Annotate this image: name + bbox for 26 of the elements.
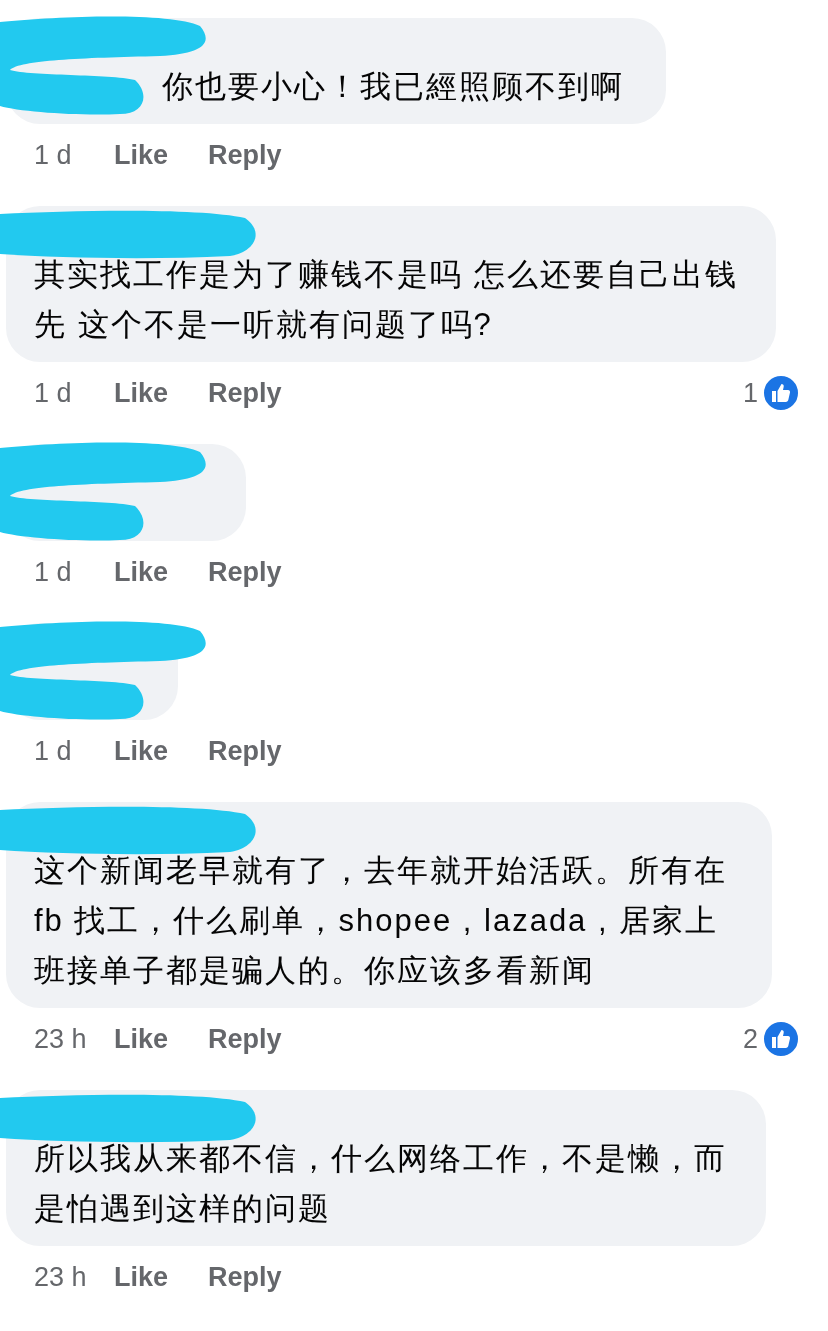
- reply-button[interactable]: Reply: [208, 1256, 282, 1298]
- reply-button[interactable]: Reply: [208, 730, 282, 772]
- like-button[interactable]: Like: [114, 134, 169, 176]
- like-button[interactable]: Like: [114, 1256, 169, 1298]
- reaction-count: 2: [742, 1022, 758, 1056]
- comment-time: 23 h: [34, 1022, 88, 1056]
- reply-button[interactable]: Reply: [208, 372, 282, 414]
- thumbs-up-icon: [762, 1020, 800, 1058]
- like-button[interactable]: Like: [114, 1018, 169, 1060]
- comment-time: 1 d: [34, 138, 73, 172]
- comment-time: 1 d: [34, 734, 73, 768]
- reaction-count: 1: [742, 376, 758, 410]
- comment-time: 1 d: [34, 376, 73, 410]
- comment-text: 其实找工作是为了赚钱不是吗 怎么还要自己出钱先 这个不是一听就有问题了吗?: [34, 256, 739, 344]
- reply-button[interactable]: Reply: [208, 1018, 282, 1060]
- reply-button[interactable]: Reply: [208, 134, 282, 176]
- like-button[interactable]: Like: [114, 372, 169, 414]
- comment-text: 这个新闻老早就有了，去年就开始活跃。所有在 fb 找工，什么刷单，shopee , lazada , 居家上班接单子都是骗人的。你应该多看新闻: [34, 852, 728, 990]
- comment-time: 1 d: [34, 555, 73, 589]
- comment-time: 23 h: [34, 1260, 88, 1294]
- comment-text: 所以我从来都不信，什么网络工作，不是懒，而是怕遇到这样的问题: [34, 1140, 728, 1228]
- thumbs-up-icon: [762, 374, 800, 412]
- like-button[interactable]: Like: [114, 551, 169, 593]
- comment-text: 你也要小心！我已經照顾不到啊: [161, 68, 625, 106]
- reply-button[interactable]: Reply: [208, 551, 282, 593]
- like-button[interactable]: Like: [114, 730, 169, 772]
